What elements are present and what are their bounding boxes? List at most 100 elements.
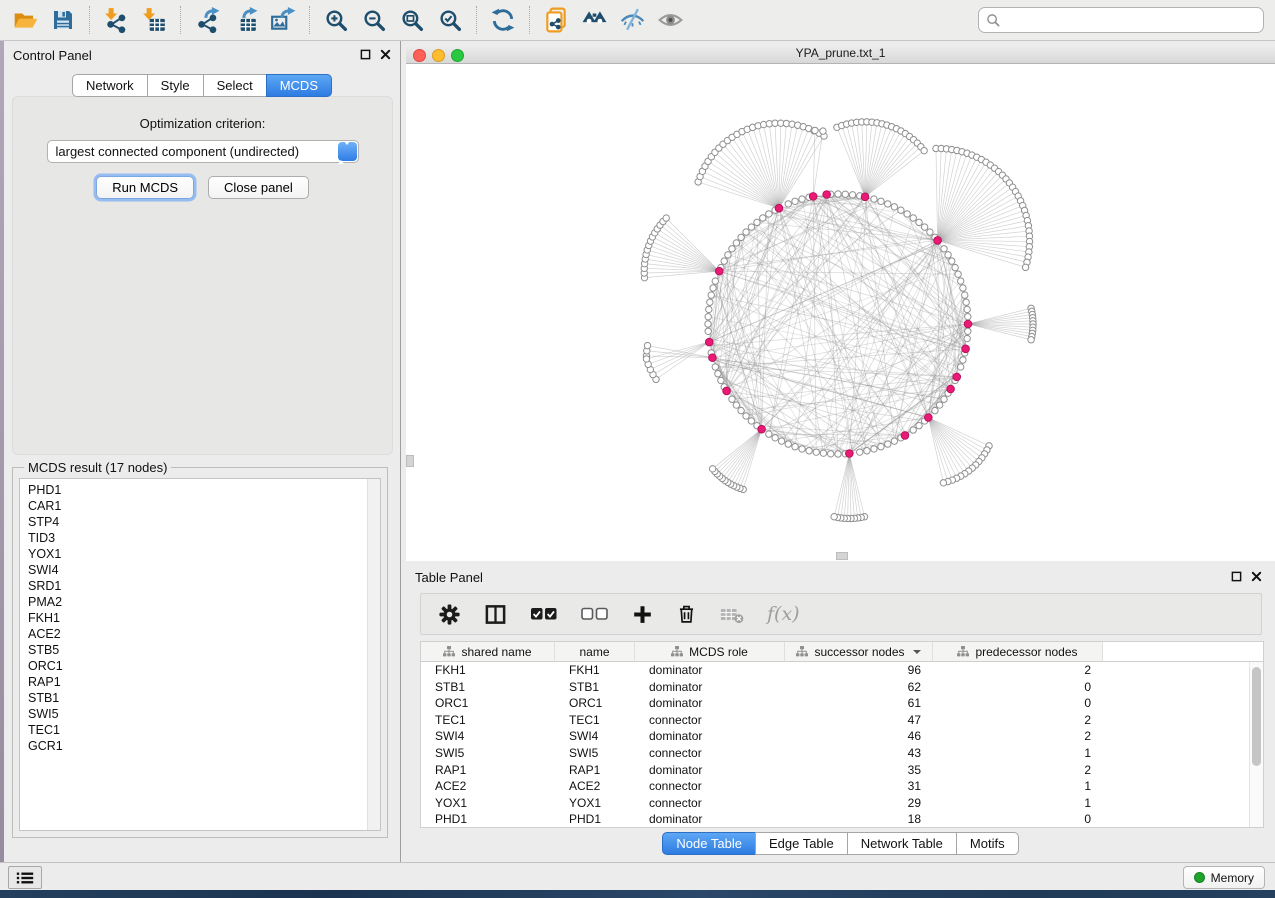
table-cell[interactable]: 0 [933, 695, 1103, 712]
zoom-in-button[interactable] [317, 3, 355, 37]
table-cell[interactable]: PHD1 [421, 811, 555, 828]
mcds-result-item[interactable]: GCR1 [28, 738, 380, 754]
table-cell[interactable]: ORC1 [421, 695, 555, 712]
import-table-button[interactable] [135, 3, 173, 37]
window-zoom-icon[interactable] [451, 49, 464, 62]
export-network-button[interactable] [188, 3, 226, 37]
settings-gear-button[interactable] [438, 603, 461, 626]
table-cell[interactable]: 1 [933, 795, 1103, 812]
network-search-input[interactable] [1006, 9, 1263, 31]
table-scrollbar[interactable] [1249, 662, 1263, 827]
task-history-button[interactable] [8, 866, 42, 889]
table-cell[interactable]: SWI4 [421, 728, 555, 745]
table-cell[interactable]: STB1 [421, 679, 555, 696]
mcds-result-item[interactable]: ORC1 [28, 658, 380, 674]
table-cell[interactable]: dominator [635, 662, 785, 679]
table-cell[interactable]: 43 [785, 745, 933, 762]
table-row[interactable]: PHD1PHD1dominator180 [421, 811, 1263, 828]
table-row[interactable]: YOX1YOX1connector291 [421, 795, 1263, 812]
table-cell[interactable]: YOX1 [421, 795, 555, 812]
column-header-successor-nodes[interactable]: successor nodes [785, 642, 933, 662]
table-cell[interactable]: 62 [785, 679, 933, 696]
table-cell[interactable]: connector [635, 795, 785, 812]
network-window-titlebar[interactable]: YPA_prune.txt_1 [406, 45, 1275, 64]
table-cell[interactable]: 1 [933, 745, 1103, 762]
table-cell[interactable]: TEC1 [555, 712, 635, 729]
table-cell[interactable]: ACE2 [421, 778, 555, 795]
table-cell[interactable]: 0 [933, 679, 1103, 696]
node-table[interactable]: shared namenameMCDS rolesuccessor nodesp… [420, 641, 1264, 828]
import-network-button[interactable] [97, 3, 135, 37]
network-canvas[interactable] [406, 64, 1275, 561]
ndex-share-button[interactable] [537, 3, 575, 37]
table-cell[interactable]: 35 [785, 762, 933, 779]
mcds-result-item[interactable]: STB5 [28, 642, 380, 658]
sort-chevron-icon[interactable] [913, 650, 921, 654]
column-header-mcds-role[interactable]: MCDS role [635, 642, 785, 662]
show-graphics-details-button[interactable] [651, 3, 689, 37]
table-row[interactable]: RAP1RAP1dominator352 [421, 762, 1263, 779]
table-cell[interactable]: connector [635, 745, 785, 762]
mcds-list-scrollbar[interactable] [367, 479, 380, 830]
zoom-selected-button[interactable] [431, 3, 469, 37]
mcds-result-item[interactable]: SWI4 [28, 562, 380, 578]
table-cell[interactable]: 47 [785, 712, 933, 729]
table-cell[interactable]: 46 [785, 728, 933, 745]
zoom-out-button[interactable] [355, 3, 393, 37]
tab-select[interactable]: Select [203, 74, 267, 97]
mcds-result-item[interactable]: RAP1 [28, 674, 380, 690]
close-panel-icon[interactable] [380, 49, 391, 60]
table-cell[interactable]: SWI5 [555, 745, 635, 762]
mcds-result-item[interactable]: SRD1 [28, 578, 380, 594]
table-cell[interactable]: SWI4 [555, 728, 635, 745]
table-cell[interactable]: ACE2 [555, 778, 635, 795]
table-cell[interactable]: 2 [933, 712, 1103, 729]
table-cell[interactable]: 29 [785, 795, 933, 812]
tab-network[interactable]: Network [72, 74, 148, 97]
column-header-predecessor-nodes[interactable]: predecessor nodes [933, 642, 1103, 662]
table-cell[interactable]: TEC1 [421, 712, 555, 729]
table-cell[interactable]: STB1 [555, 679, 635, 696]
table-cell[interactable]: PHD1 [555, 811, 635, 828]
criterion-select[interactable]: largest connected component (undirected) [47, 140, 359, 163]
hide-graphics-details-button[interactable] [613, 3, 651, 37]
table-cell[interactable]: 18 [785, 811, 933, 828]
mcds-result-item[interactable]: PHD1 [28, 482, 380, 498]
table-scrollbar-thumb[interactable] [1252, 667, 1261, 766]
show-column-panes-button[interactable] [484, 603, 507, 626]
table-row[interactable]: SWI4SWI4dominator462 [421, 728, 1263, 745]
select-all-checkboxes-button[interactable] [530, 607, 558, 621]
table-cell[interactable]: 61 [785, 695, 933, 712]
table-cell[interactable]: RAP1 [555, 762, 635, 779]
mcds-result-item[interactable]: ACE2 [28, 626, 380, 642]
table-cell[interactable]: 1 [933, 778, 1103, 795]
table-cell[interactable]: connector [635, 712, 785, 729]
table-row[interactable]: TEC1TEC1connector472 [421, 712, 1263, 729]
add-column-button[interactable] [632, 604, 653, 625]
save-session-button[interactable] [44, 3, 82, 37]
tab-motifs[interactable]: Motifs [956, 832, 1019, 855]
run-mcds-button[interactable]: Run MCDS [96, 176, 194, 199]
tab-node-table[interactable]: Node Table [662, 832, 756, 855]
export-table-button[interactable] [226, 3, 264, 37]
table-cell[interactable]: RAP1 [421, 762, 555, 779]
memory-button[interactable]: Memory [1183, 866, 1265, 889]
window-close-icon[interactable] [413, 49, 426, 62]
mcds-result-list[interactable]: PHD1CAR1STP4TID3YOX1SWI4SRD1PMA2FKH1ACE2… [19, 478, 381, 831]
table-row[interactable]: SWI5SWI5connector431 [421, 745, 1263, 762]
close-panel-icon[interactable] [1251, 571, 1262, 582]
tab-edge-table[interactable]: Edge Table [755, 832, 848, 855]
tab-mcds[interactable]: MCDS [266, 74, 332, 97]
search-binoculars-button[interactable] [575, 3, 613, 37]
mcds-result-item[interactable]: TEC1 [28, 722, 380, 738]
unselect-all-checkboxes-button[interactable] [581, 607, 609, 621]
splitter-handle-left[interactable] [406, 455, 414, 467]
table-cell[interactable]: 2 [933, 662, 1103, 679]
table-cell[interactable]: 0 [933, 811, 1103, 828]
mcds-result-item[interactable]: TID3 [28, 530, 380, 546]
open-session-button[interactable] [6, 3, 44, 37]
table-cell[interactable]: connector [635, 778, 785, 795]
table-cell[interactable]: 2 [933, 762, 1103, 779]
mcds-result-item[interactable]: FKH1 [28, 610, 380, 626]
table-cell[interactable]: ORC1 [555, 695, 635, 712]
